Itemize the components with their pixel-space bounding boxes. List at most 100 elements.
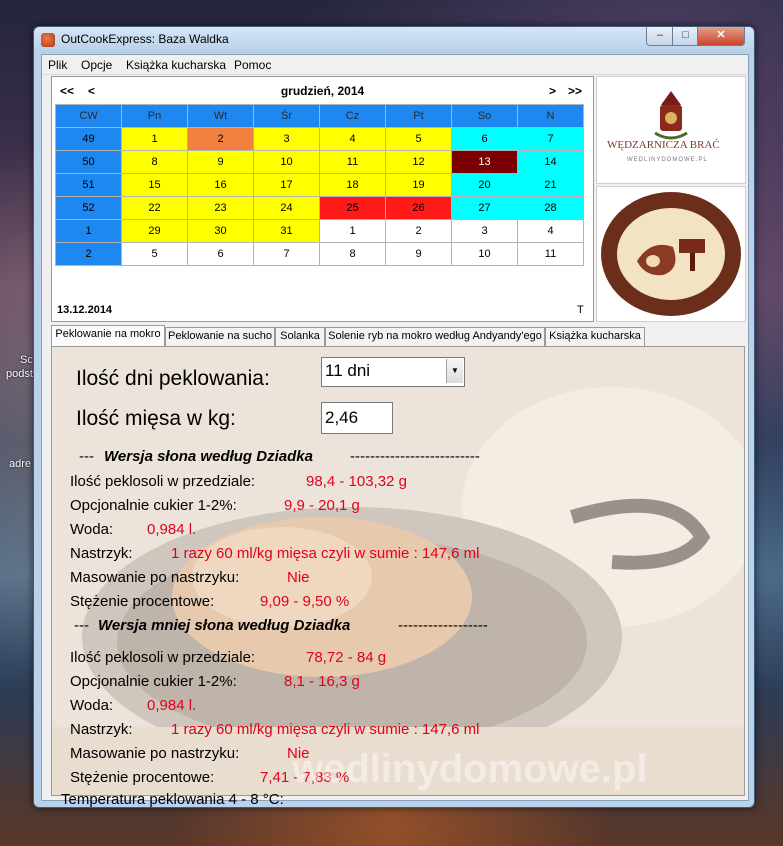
calendar-day-cell[interactable]: 3	[451, 219, 518, 243]
s2-inject-value: 1 razy 60 ml/kg mięsa czyli w sumie : 14…	[171, 721, 480, 738]
s1-brine-value: 98,4 - 103,32 g	[306, 473, 407, 490]
menu-opcje[interactable]: Opcje	[81, 58, 112, 72]
s1-sugar-value: 9,9 - 20,1 g	[284, 497, 360, 514]
maximize-button[interactable]: □	[672, 27, 699, 46]
calendar-day-cell[interactable]: 27	[451, 196, 518, 220]
calendar-day-cell[interactable]: 18	[319, 173, 386, 197]
calendar-day-cell[interactable]: 13	[451, 150, 518, 174]
calendar-header-cell: N	[517, 104, 584, 128]
desktop-icon-label[interactable]: podst	[6, 368, 33, 380]
calendar-day-cell[interactable]: 7	[253, 242, 320, 266]
calendar-day-cell[interactable]: 2	[187, 127, 254, 151]
calendar-day-cell[interactable]: 25	[319, 196, 386, 220]
calendar-day-cell[interactable]: 14	[517, 150, 584, 174]
tab-peklowanie-na-mokro[interactable]: Peklowanie na mokro	[51, 325, 165, 346]
dropdown-arrow-icon[interactable]: ▼	[446, 359, 463, 383]
s2-brine-value: 78,72 - 84 g	[306, 649, 387, 666]
calendar-day-cell[interactable]: 28	[517, 196, 584, 220]
desktop-icon-label[interactable]: adre	[9, 458, 31, 470]
calendar-day-cell[interactable]: 20	[451, 173, 518, 197]
tab-solenie-ryb[interactable]: Solenie ryb na mokro według Andyandy'ego	[325, 327, 545, 346]
calendar: << < grudzień, 2014 > >> CW Pn Wt Śr Cz Pt So N…	[51, 76, 594, 322]
calendar-day-cell[interactable]: 10	[451, 242, 518, 266]
s1-conc-value: 9,09 - 9,50 %	[260, 593, 350, 610]
next-month-button[interactable]: >	[549, 84, 556, 98]
calendar-day-cell[interactable]: 4	[517, 219, 584, 243]
today-button[interactable]: T	[577, 304, 584, 316]
calendar-day-cell[interactable]: 10	[253, 150, 320, 174]
calendar-day-cell[interactable]: 17	[253, 173, 320, 197]
calendar-day-cell[interactable]: 22	[121, 196, 188, 220]
calendar-day-cell[interactable]: 15	[121, 173, 188, 197]
menu-pomoc[interactable]: Pomoc	[234, 58, 271, 72]
calendar-week-number: 51	[55, 173, 122, 197]
s1-sugar-label: Opcjonalnie cukier 1-2%:	[70, 497, 237, 514]
client-area: Plik Opcje Książka kucharska Pomoc << < …	[41, 54, 749, 808]
menu-ksiazka-kucharska[interactable]: Książka kucharska	[126, 58, 226, 72]
calendar-day-cell[interactable]: 31	[253, 219, 320, 243]
calendar-day-cell[interactable]: 8	[319, 242, 386, 266]
calendar-day-cell[interactable]: 9	[385, 242, 452, 266]
tab-solanka[interactable]: Solanka	[275, 327, 325, 346]
tab-peklowanie-na-sucho[interactable]: Peklowanie na sucho	[165, 327, 275, 346]
watermark: wedlinydomowe.pl	[292, 747, 648, 791]
calendar-week-number: 49	[55, 127, 122, 151]
calendar-day-cell[interactable]: 11	[319, 150, 386, 174]
calendar-day-cell[interactable]: 24	[253, 196, 320, 220]
calendar-day-cell[interactable]: 3	[253, 127, 320, 151]
calendar-day-cell[interactable]: 8	[121, 150, 188, 174]
calendar-day-cell[interactable]: 26	[385, 196, 452, 220]
calendar-day-cell[interactable]: 1	[319, 219, 386, 243]
s1-conc-label: Stężenie procentowe:	[70, 593, 215, 610]
calendar-day-cell[interactable]: 29	[121, 219, 188, 243]
calendar-header-cell: Pn	[121, 104, 188, 128]
calendar-day-cell[interactable]: 6	[187, 242, 254, 266]
s1-inject-value: 1 razy 60 ml/kg mięsa czyli w sumie : 14…	[171, 545, 480, 562]
calendar-day-cell[interactable]: 5	[121, 242, 188, 266]
calendar-day-cell[interactable]: 7	[517, 127, 584, 151]
title-bar[interactable]: OutCookExpress: Baza Waldka – □ ✕	[34, 27, 754, 53]
s1-inject-label: Nastrzyk:	[70, 545, 133, 562]
s2-inject-label: Nastrzyk:	[70, 721, 133, 738]
calendar-day-cell[interactable]: 2	[385, 219, 452, 243]
calendar-month-title: grudzień, 2014	[280, 84, 365, 98]
section1-title: Wersja słona według Dziadka	[104, 448, 313, 465]
next-year-button[interactable]: >>	[568, 84, 582, 98]
tab-ksiazka-kucharska[interactable]: Książka kucharska	[545, 327, 645, 346]
calendar-day-cell[interactable]: 4	[319, 127, 386, 151]
close-button[interactable]: ✕	[697, 27, 745, 46]
desktop-icon-label[interactable]: Sc	[20, 354, 33, 366]
calendar-day-cell[interactable]: 11	[517, 242, 584, 266]
calendar-day-cell[interactable]: 30	[187, 219, 254, 243]
meat-kg-value: 2,46	[325, 408, 359, 427]
s2-water-value: 0,984 l.	[147, 697, 197, 714]
calendar-day-cell[interactable]: 19	[385, 173, 452, 197]
section2-suffix: ------------------	[398, 617, 488, 634]
section2-title: Wersja mniej słona według Dziadka	[98, 617, 351, 634]
calendar-day-cell[interactable]: 1	[121, 127, 188, 151]
s2-conc-label: Stężenie procentowe:	[70, 769, 215, 786]
minimize-button[interactable]: –	[646, 27, 674, 46]
days-select[interactable]: 11 dni ▼	[321, 357, 465, 387]
s2-brine-label: Ilość peklosoli w przedziale:	[70, 649, 256, 666]
temperature-label: Temperatura peklowania 4 - 8 °C:	[61, 791, 284, 808]
section1-prefix: ---	[79, 448, 94, 465]
butcher-school-badge-icon	[601, 192, 741, 316]
calendar-day-cell[interactable]: 21	[517, 173, 584, 197]
calendar-day-cell[interactable]: 12	[385, 150, 452, 174]
szkola-masarstwa-logo	[596, 186, 746, 322]
calendar-day-cell[interactable]: 16	[187, 173, 254, 197]
meat-label: Ilość mięsa w kg:	[76, 407, 236, 430]
calendar-day-cell[interactable]: 23	[187, 196, 254, 220]
meat-kg-input[interactable]: 2,46	[321, 402, 393, 434]
s1-water-value: 0,984 l.	[147, 521, 197, 538]
menu-plik[interactable]: Plik	[48, 58, 67, 72]
window-title: OutCookExpress: Baza Waldka	[61, 32, 229, 46]
calendar-day-cell[interactable]: 9	[187, 150, 254, 174]
calendar-day-cell[interactable]: 6	[451, 127, 518, 151]
calendar-header-cell: CW	[55, 104, 122, 128]
calendar-day-cell[interactable]: 5	[385, 127, 452, 151]
today-date-label[interactable]: 13.12.2014	[57, 304, 112, 316]
app-window: OutCookExpress: Baza Waldka – □ ✕ Plik O…	[33, 26, 755, 808]
calendar-grid: CW Pn Wt Śr Cz Pt So N 49 1 2 3 4 5 6 7 50 8 9 10 11 12 13 14 51…	[55, 104, 584, 266]
